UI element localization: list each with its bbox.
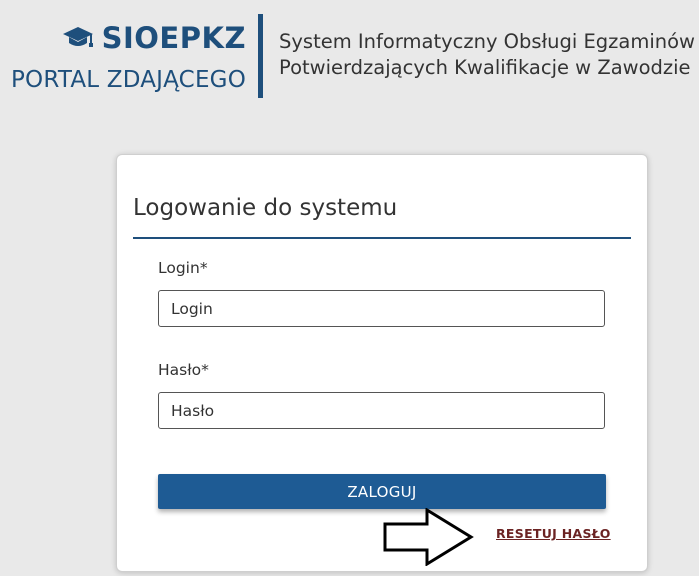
page: SIOEPKZ PORTAL ZDAJĄCEGO System Informat… — [0, 0, 699, 576]
title-divider — [133, 237, 631, 239]
login-card: Logowanie do systemu Login* Hasło* ZALOG… — [116, 154, 648, 572]
system-title-line2: Potwierdzających Kwalifikacje w Zawodzie — [279, 56, 691, 79]
login-card-title: Logowanie do systemu — [133, 195, 398, 221]
brand-subtitle: PORTAL ZDAJĄCEGO — [10, 67, 246, 93]
password-label: Hasło* — [158, 361, 209, 379]
login-input[interactable] — [158, 290, 605, 327]
system-title: System Informatyczny Obsługi Egzaminów P… — [279, 29, 695, 81]
brand-logo[interactable]: SIOEPKZ PORTAL ZDAJĄCEGO — [0, 18, 246, 93]
reset-password-link[interactable]: RESETUJ HASŁO — [496, 526, 611, 541]
password-input[interactable] — [158, 392, 605, 429]
graduation-cap-icon — [62, 27, 93, 47]
brand-name: SIOEPKZ — [101, 21, 246, 55]
system-title-line1: System Informatyczny Obsługi Egzaminów — [279, 30, 695, 53]
header-divider — [258, 14, 263, 98]
login-label: Login* — [158, 259, 208, 277]
right-arrow-outline-icon — [383, 508, 474, 566]
login-button[interactable]: ZALOGUJ — [158, 474, 606, 509]
brand-top: SIOEPKZ — [0, 18, 246, 58]
